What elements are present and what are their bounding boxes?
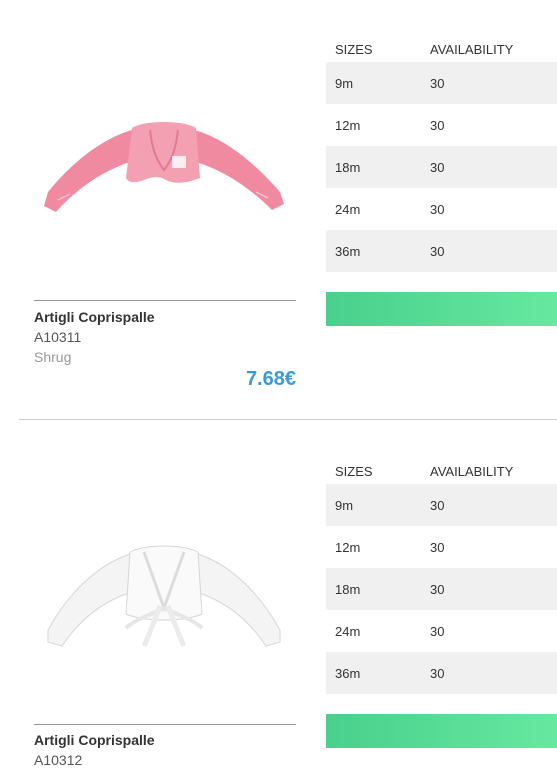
availability-cell: 30 (430, 160, 445, 175)
availability-cell: 30 (430, 540, 445, 555)
white-shrug-image (47, 545, 281, 648)
size-cell: 12m (335, 540, 361, 555)
availability-cell: 30 (430, 244, 445, 259)
availability-cell: 30 (430, 666, 445, 681)
sizes-header: SIZES (335, 464, 373, 479)
product-card: SIZES AVAILABILITY 9m 30 12m 30 18m 30 2… (0, 422, 557, 768)
table-row: 24m 30 (326, 188, 557, 230)
table-row: 18m 30 (326, 146, 557, 188)
availability-cell: 30 (430, 76, 445, 91)
sizes-header: SIZES (335, 42, 373, 57)
product-separator (19, 419, 557, 420)
size-cell: 9m (335, 498, 354, 513)
size-cell: 12m (335, 118, 361, 133)
product-price: 7.68€ (245, 368, 296, 390)
table-header: SIZES AVAILABILITY (326, 462, 557, 484)
sizes-table: SIZES AVAILABILITY 9m 30 12m 30 18m 30 2… (326, 40, 557, 272)
product-image[interactable] (34, 530, 296, 700)
table-row: 18m 30 (326, 568, 557, 610)
product-name[interactable]: Artigli Coprispalle (34, 309, 155, 325)
add-to-cart-button[interactable] (326, 714, 557, 748)
availability-cell: 30 (430, 624, 445, 639)
size-cell: 9m (335, 76, 354, 91)
size-cell: 36m (335, 666, 361, 681)
table-row: 36m 30 (326, 652, 557, 694)
table-row: 36m 30 (326, 230, 557, 272)
table-row: 9m 30 (326, 484, 557, 526)
product-code: A10311 (34, 329, 82, 345)
table-header: SIZES AVAILABILITY (326, 40, 557, 62)
availability-cell: 30 (430, 118, 445, 133)
size-cell: 36m (335, 244, 361, 259)
product-image[interactable] (34, 100, 296, 270)
sizes-table: SIZES AVAILABILITY 9m 30 12m 30 18m 30 2… (326, 462, 557, 694)
table-row: 12m 30 (326, 526, 557, 568)
divider (34, 300, 296, 301)
table-row: 9m 30 (326, 62, 557, 104)
availability-cell: 30 (430, 582, 445, 597)
size-cell: 24m (335, 202, 361, 217)
add-to-cart-button[interactable] (326, 292, 557, 326)
availability-header: AVAILABILITY (430, 42, 514, 57)
availability-cell: 30 (430, 498, 445, 513)
table-row: 12m 30 (326, 104, 557, 146)
availability-header: AVAILABILITY (430, 464, 514, 479)
product-code: A10312 (34, 752, 83, 768)
pink-shrug-image (44, 122, 284, 212)
size-cell: 24m (335, 624, 361, 639)
product-name[interactable]: Artigli Coprispalle (34, 732, 155, 748)
table-row: 24m 30 (326, 610, 557, 652)
product-type: Shrug (34, 349, 72, 365)
size-cell: 18m (335, 160, 361, 175)
divider (34, 724, 296, 725)
product-card: SIZES AVAILABILITY 9m 30 12m 30 18m 30 2… (0, 0, 557, 420)
size-cell: 18m (335, 582, 361, 597)
availability-cell: 30 (430, 202, 445, 217)
